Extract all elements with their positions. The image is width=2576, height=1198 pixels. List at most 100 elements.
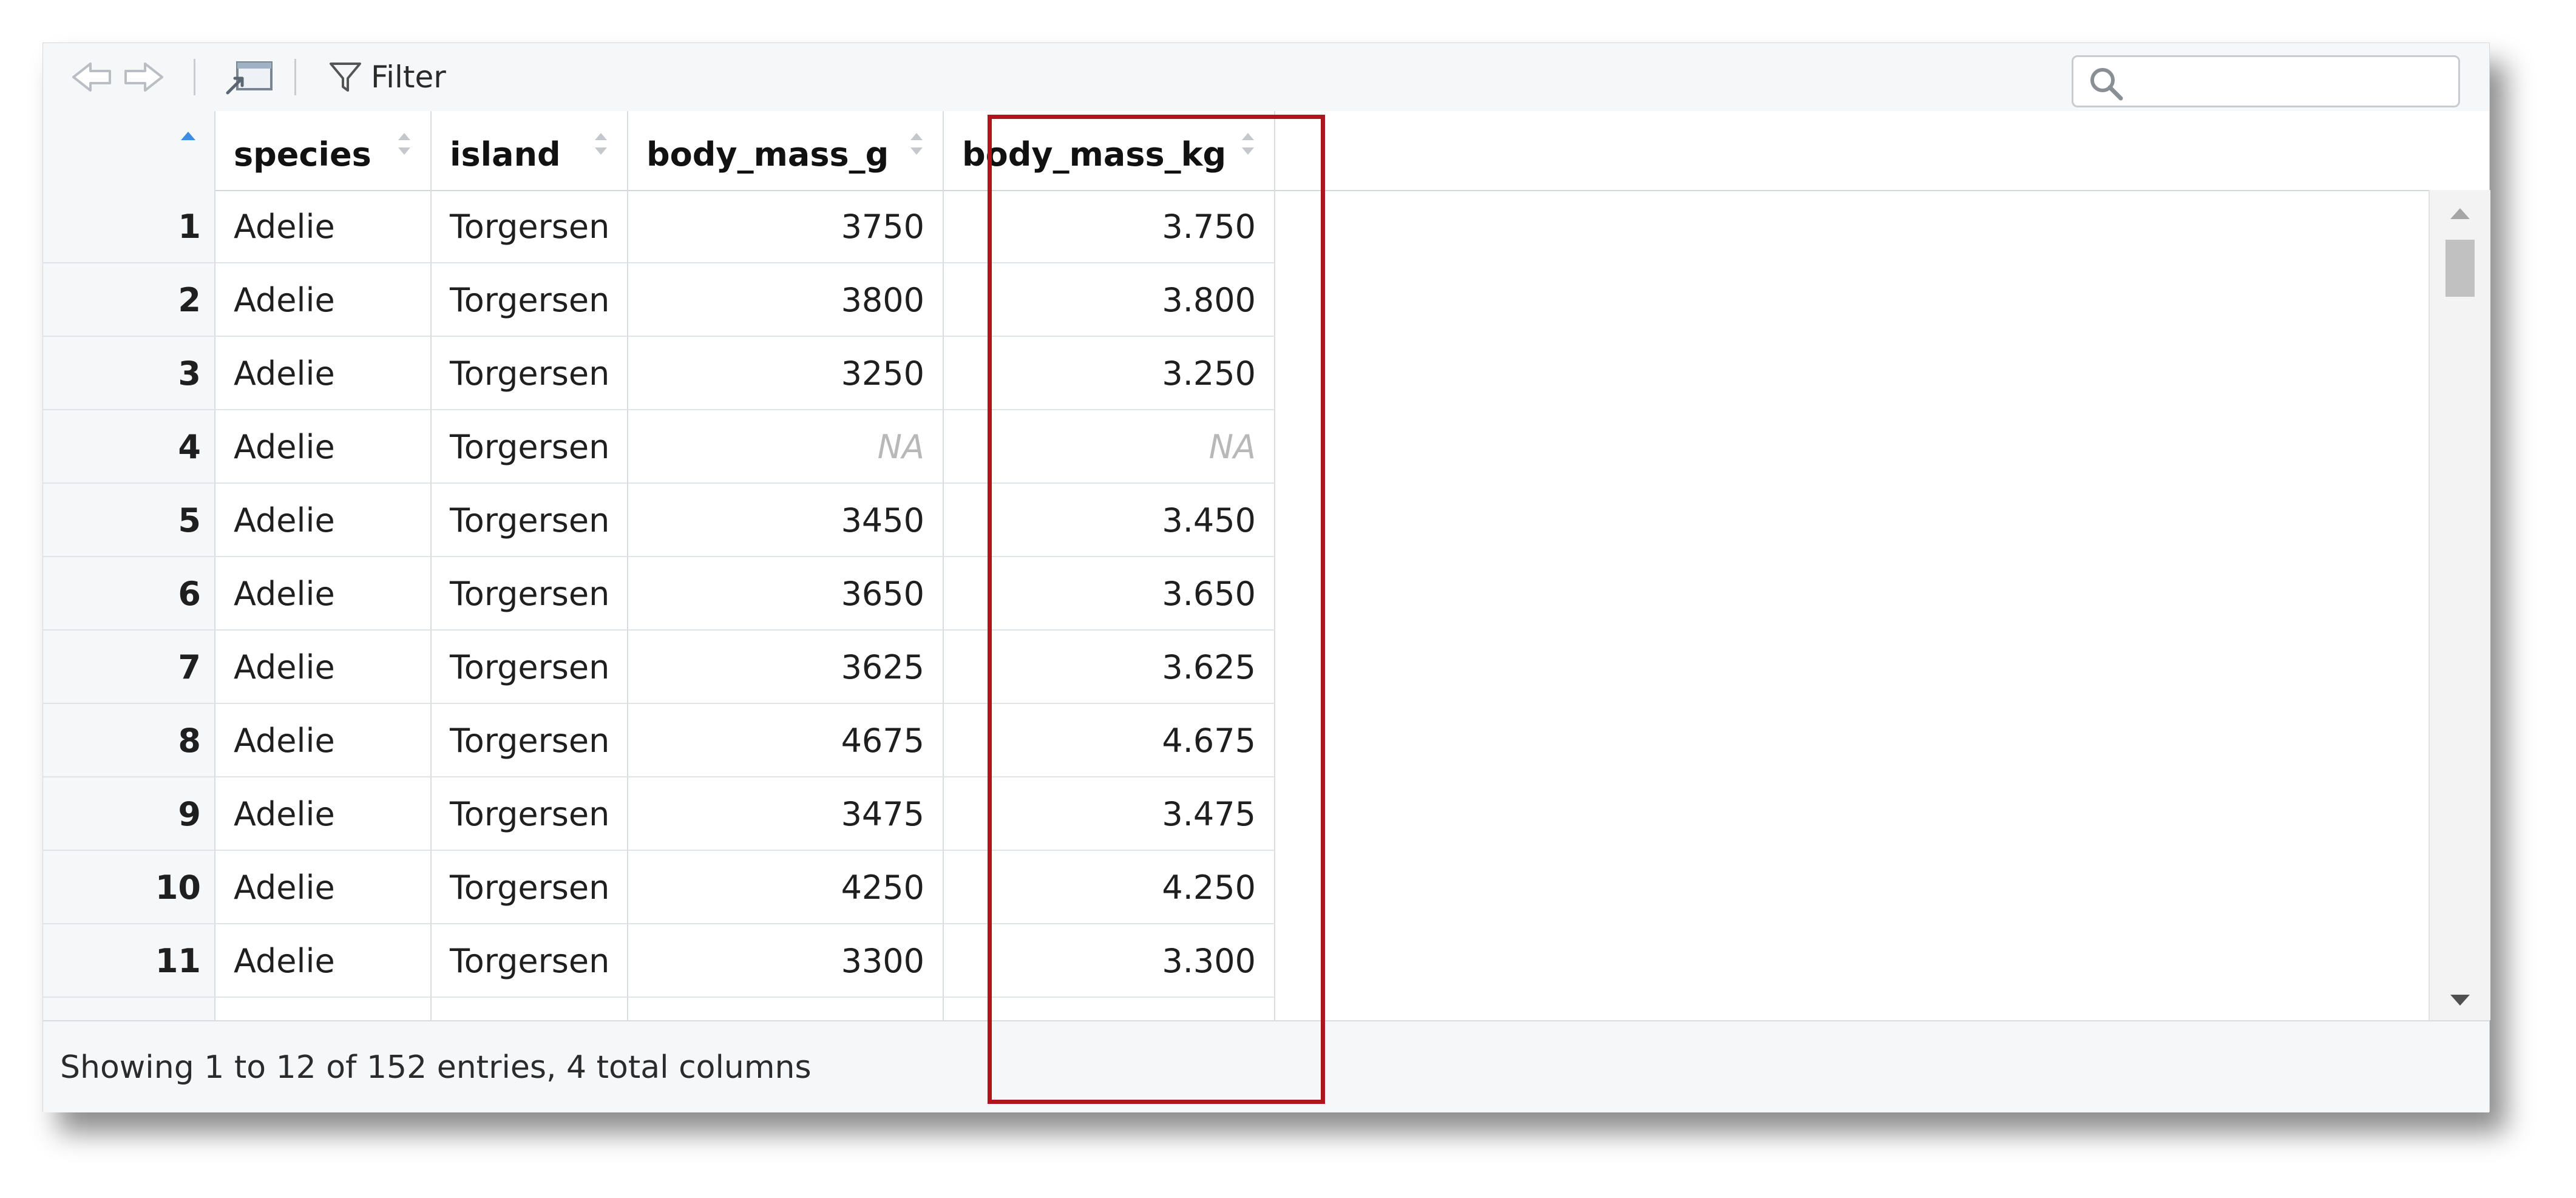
species-cell: Adelie [215,557,432,631]
column-header-species[interactable]: species [215,111,432,190]
body-mass-g-cell: 4675 [628,704,944,777]
row-number-cell [43,998,215,1020]
row-number-cell: 4 [43,410,215,484]
row-number-cell: 6 [43,557,215,631]
scroll-down-arrow-icon[interactable] [2448,992,2472,1009]
body-mass-g-cell: 4250 [628,851,944,924]
body-mass-kg-cell: 3.650 [944,557,1275,631]
sort-arrows-icon [398,133,410,155]
toolbar-separator [294,59,296,95]
table-row: 4 Adelie Torgersen NA NA [43,410,1275,484]
body-mass-g-cell: NA [628,410,944,484]
arrow-left-icon [72,63,111,92]
table-row: 11 Adelie Torgersen 3300 3.300 [43,924,1275,998]
island-cell: Torgersen [432,263,628,337]
island-cell: Torgersen [432,190,628,263]
funnel-icon [330,63,361,92]
filter-label: Filter [371,59,446,95]
body-mass-kg-cell: 4.250 [944,851,1275,924]
body-mass-g-cell: 3250 [628,337,944,410]
body-mass-kg-cell [944,998,1275,1020]
island-cell: Torgersen [432,704,628,777]
sort-ascending-icon [181,132,195,140]
search-icon [2090,68,2123,101]
table-row [43,998,1275,1020]
column-header-body-mass-kg[interactable]: body_mass_kg [944,111,1275,190]
viewer-toolbar: Filter [43,43,2489,112]
species-cell: Adelie [215,337,432,410]
body-mass-kg-cell: 3.750 [944,190,1275,263]
island-cell: Torgersen [432,924,628,998]
island-cell: Torgersen [432,631,628,704]
body-mass-g-cell: 3800 [628,263,944,337]
species-cell: Adelie [215,484,432,557]
island-cell: Torgersen [432,851,628,924]
body-mass-kg-cell: 3.450 [944,484,1275,557]
island-cell: Torgersen [432,557,628,631]
row-number-cell: 2 [43,263,215,337]
sort-arrows-icon [595,133,607,155]
column-header-row: species island body_mass_g body_mass_kg [43,111,2489,191]
species-cell: Adelie [215,777,432,851]
island-cell: Torgersen [432,410,628,484]
species-cell: Adelie [215,410,432,484]
popout-button[interactable] [219,56,280,98]
table-row: 2 Adelie Torgersen 3800 3.800 [43,263,1275,337]
data-viewer-window: Filter species island body_mass_g body_m… [42,42,2490,1112]
body-mass-kg-cell: 3.475 [944,777,1275,851]
entries-summary: Showing 1 to 12 of 152 entries, 4 total … [60,1049,812,1086]
body-mass-kg-cell: 3.250 [944,337,1275,410]
species-cell [215,998,432,1020]
species-cell: Adelie [215,851,432,924]
species-cell: Adelie [215,631,432,704]
row-number-cell: 7 [43,631,215,704]
vertical-scrollbar[interactable] [2429,190,2490,1020]
arrow-right-icon [124,63,163,92]
body-mass-g-cell: 3450 [628,484,944,557]
table-body: 1 Adelie Torgersen 3750 3.750 2 Adelie Torgerse… [43,190,2429,1020]
row-number-cell: 5 [43,484,215,557]
island-cell: Torgersen [432,337,628,410]
back-button[interactable] [67,56,116,98]
row-number-cell: 3 [43,337,215,410]
species-cell: Adelie [215,263,432,337]
column-header-rownum[interactable] [43,111,215,190]
popout-window-icon [226,61,273,95]
body-mass-g-cell: 3475 [628,777,944,851]
row-number-cell: 8 [43,704,215,777]
sort-arrows-icon [1242,133,1254,155]
row-number-cell: 10 [43,851,215,924]
body-mass-g-cell: 3625 [628,631,944,704]
column-header-island[interactable]: island [432,111,628,190]
body-mass-kg-cell: 4.675 [944,704,1275,777]
table-row: 9 Adelie Torgersen 3475 3.475 [43,777,1275,851]
species-cell: Adelie [215,190,432,263]
island-cell [432,998,628,1020]
body-mass-g-cell: 3750 [628,190,944,263]
body-mass-kg-cell: NA [944,410,1275,484]
table-row: 1 Adelie Torgersen 3750 3.750 [43,190,1275,263]
toolbar-separator [194,59,195,95]
body-mass-kg-cell: 3.800 [944,263,1275,337]
scrollbar-thumb[interactable] [2446,240,2475,297]
search-input[interactable] [2134,63,2452,101]
column-header-body-mass-g[interactable]: body_mass_g [628,111,944,190]
forward-button[interactable] [120,56,168,98]
row-number-cell: 1 [43,190,215,263]
table-row: 6 Adelie Torgersen 3650 3.650 [43,557,1275,631]
body-mass-g-cell: 3650 [628,557,944,631]
table-row: 3 Adelie Torgersen 3250 3.250 [43,337,1275,410]
body-mass-kg-cell: 3.625 [944,631,1275,704]
filter-button[interactable]: Filter [328,56,510,98]
table-row: 5 Adelie Torgersen 3450 3.450 [43,484,1275,557]
island-cell: Torgersen [432,777,628,851]
species-cell: Adelie [215,924,432,998]
sort-arrows-icon [910,133,923,155]
island-cell: Torgersen [432,484,628,557]
search-box[interactable] [2072,55,2460,107]
body-mass-kg-cell: 3.300 [944,924,1275,998]
scroll-up-arrow-icon[interactable] [2448,205,2472,222]
table-row: 8 Adelie Torgersen 4675 4.675 [43,704,1275,777]
table-row: 10 Adelie Torgersen 4250 4.250 [43,851,1275,924]
body-mass-g-cell [628,998,944,1020]
